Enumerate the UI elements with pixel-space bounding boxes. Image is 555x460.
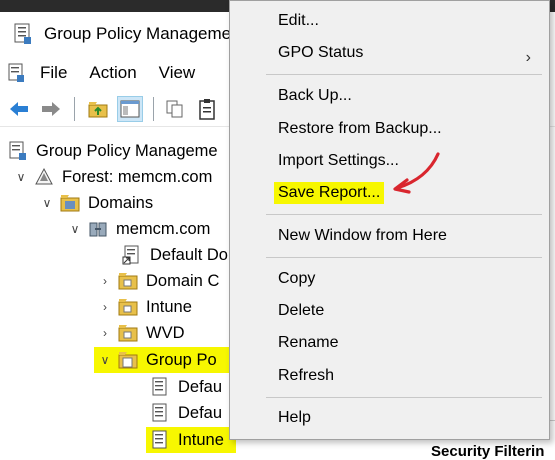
menu-item-back-up[interactable]: Back Up... — [278, 85, 352, 107]
chevron-down-icon[interactable]: ∨ — [40, 190, 54, 216]
toolbar-divider — [74, 97, 75, 121]
menu-item-delete[interactable]: Delete — [278, 300, 324, 322]
forest-icon — [35, 167, 53, 185]
paste-button[interactable] — [194, 96, 220, 122]
tree-domain-controllers-label: Domain C — [146, 271, 220, 290]
chevron-right-icon[interactable]: › — [98, 320, 112, 346]
menu-item-restore[interactable]: Restore from Backup... — [278, 118, 442, 140]
menu-separator — [266, 397, 542, 398]
tree-gpo-1-label: Defau — [178, 377, 223, 396]
show-pane-icon — [120, 100, 140, 118]
folder-up-icon — [88, 102, 108, 118]
annotation-arrow-icon — [393, 152, 440, 194]
toolbar-divider-2 — [153, 97, 154, 121]
gpo-link-icon — [122, 245, 139, 265]
ou-folder-icon — [118, 299, 138, 316]
tree-ou-wvd[interactable]: › WVD — [98, 320, 185, 346]
tree-root-label: Group Policy Manageme — [36, 141, 218, 160]
security-filtering-heading: Security Filterin — [431, 443, 545, 460]
tree-gpo-container-label: Group Po — [146, 350, 217, 369]
up-one-level-button[interactable] — [85, 96, 111, 122]
gpmc-app-icon — [14, 23, 31, 44]
tree-forest-label: Forest: memcm.com — [62, 167, 213, 186]
chevron-down-icon[interactable]: ∨ — [98, 347, 112, 373]
context-menu: Edit... GPO Status › Back Up... Restore … — [229, 0, 550, 440]
menu-item-import[interactable]: Import Settings... — [278, 150, 399, 172]
tree-gpo-intune[interactable]: Intune — [146, 427, 236, 453]
domains-folder-icon — [60, 195, 80, 212]
tree-default-domain-label: Default Do — [150, 245, 228, 264]
tree-gpo-default-1[interactable]: Defau — [150, 374, 222, 400]
show-hide-console-tree-button[interactable] — [117, 96, 143, 122]
tree-domain-controllers[interactable]: › Domain C — [98, 268, 219, 294]
tree-gpo-default-2[interactable]: Defau — [150, 400, 222, 426]
ou-folder-icon — [118, 273, 138, 290]
menu-item-edit[interactable]: Edit... — [278, 10, 319, 32]
copy-button[interactable] — [162, 96, 188, 122]
tree-root[interactable]: Group Policy Manageme — [8, 138, 218, 164]
tree-gpo-3-label: Intune — [178, 430, 224, 449]
window-title: Group Policy Manageme — [44, 24, 232, 43]
menu-view[interactable]: View — [159, 63, 196, 83]
menu-item-new-window[interactable]: New Window from Here — [278, 225, 447, 247]
menu-item-save-report[interactable]: Save Report... — [274, 182, 385, 204]
tree-ou-intune[interactable]: › Intune — [98, 294, 192, 320]
chevron-down-icon[interactable]: ∨ — [68, 216, 82, 242]
gpo-icon — [152, 403, 167, 422]
gpo-icon — [152, 430, 167, 449]
system-menu-icon[interactable] — [8, 63, 26, 83]
back-button[interactable] — [6, 96, 32, 122]
domain-icon — [89, 222, 107, 237]
menu-file[interactable]: File — [40, 63, 67, 83]
forward-button[interactable] — [38, 96, 64, 122]
clipboard-icon — [199, 99, 215, 120]
tree-domains[interactable]: ∨ Domains — [40, 190, 153, 216]
chevron-right-icon[interactable]: › — [98, 294, 112, 320]
menu-separator — [266, 74, 542, 75]
tree-group-policy-objects[interactable]: ∨ Group Po — [94, 347, 236, 373]
tree-ou-wvd-label: WVD — [146, 323, 185, 342]
gpmc-root-icon — [9, 141, 26, 160]
menu-item-refresh[interactable]: Refresh — [278, 365, 334, 387]
menu-separator — [266, 257, 542, 258]
menu-item-help[interactable]: Help — [278, 407, 311, 429]
tree-domain-label: memcm.com — [116, 219, 211, 238]
back-arrow-icon — [10, 102, 28, 116]
menu-action[interactable]: Action — [89, 63, 136, 83]
tree-domain-memcm[interactable]: ∨ memcm.com — [68, 216, 211, 242]
tree-gpo-2-label: Defau — [178, 403, 223, 422]
gpo-icon — [152, 377, 167, 396]
menu-separator — [266, 214, 542, 215]
tree-ou-intune-label: Intune — [146, 297, 192, 316]
forward-arrow-icon — [42, 102, 60, 116]
gpo-folder-icon — [118, 352, 138, 369]
chevron-right-icon[interactable]: › — [98, 268, 112, 294]
ou-folder-icon — [118, 325, 138, 342]
menu-item-gpo-status[interactable]: GPO Status — [278, 42, 363, 64]
menu-item-copy[interactable]: Copy — [278, 268, 315, 290]
tree-forest[interactable]: ∨ Forest: memcm.com — [14, 164, 213, 190]
chevron-down-icon[interactable]: ∨ — [14, 164, 28, 190]
tree-default-domain-policy[interactable]: Default Do — [122, 242, 228, 268]
submenu-arrow-icon: › — [525, 49, 531, 66]
menu-item-rename[interactable]: Rename — [278, 332, 338, 354]
tree-domains-label: Domains — [88, 193, 154, 212]
copy-icon — [166, 100, 183, 118]
